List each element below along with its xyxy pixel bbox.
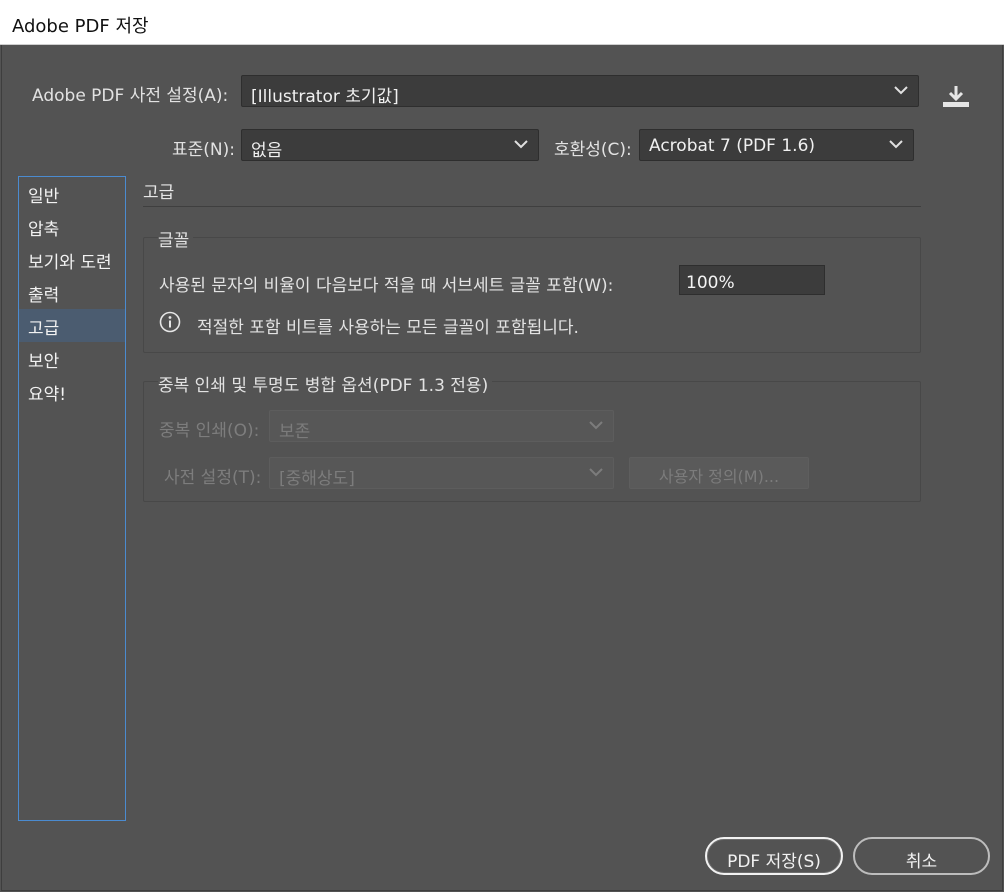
overprint-group-title: 중복 인쇄 및 투명도 병합 옵션(PDF 1.3 전용) <box>158 371 493 396</box>
section-title: 고급 <box>143 183 175 203</box>
compat-value: Acrobat 7 (PDF 1.6) <box>649 136 816 156</box>
subset-threshold-input[interactable]: 100% <box>679 265 825 295</box>
chevron-down-icon <box>589 421 603 430</box>
sidebar-item-summary[interactable]: 요약! <box>19 375 125 408</box>
download-icon[interactable] <box>940 83 972 109</box>
preset-label: Adobe PDF 사전 설정(A): <box>32 86 229 106</box>
compat-label: 호환성(C): <box>554 140 632 160</box>
sidebar-item-compression[interactable]: 압축 <box>19 210 125 243</box>
subset-label: 사용된 문자의 비율이 다음보다 적을 때 서브세트 글꼴 포함(W): <box>159 276 614 296</box>
standard-value: 없음 <box>251 141 283 161</box>
preset-select[interactable]: [Illustrator 초기값] <box>241 75 919 107</box>
custom-button[interactable]: 사용자 정의(M)... <box>629 457 809 489</box>
fonts-group-title: 글꼴 <box>158 226 194 251</box>
window-title: Adobe PDF 저장 <box>0 0 1004 45</box>
info-icon <box>159 311 181 333</box>
chevron-down-icon <box>514 140 528 149</box>
preset-value: [Illustrator 초기값] <box>251 87 399 107</box>
category-sidebar: 일반 압축 보기와 도련 출력 고급 보안 요약! <box>18 176 126 821</box>
overprint-label: 중복 인쇄(O): <box>159 421 260 441</box>
flattener-preset-value: [중해상도] <box>279 469 355 489</box>
sidebar-item-security[interactable]: 보안 <box>19 342 125 375</box>
standard-select[interactable]: 없음 <box>241 129 539 161</box>
save-pdf-button[interactable]: PDF 저장(S) <box>705 837 843 875</box>
overprint-select[interactable]: 보존 <box>269 410 614 442</box>
overprint-value: 보존 <box>279 422 311 442</box>
chevron-down-icon <box>894 86 908 95</box>
pdf-save-dialog: Adobe PDF 사전 설정(A): [Illustrator 초기값] 표준… <box>1 45 1003 891</box>
sidebar-item-output[interactable]: 출력 <box>19 276 125 309</box>
sidebar-item-general[interactable]: 일반 <box>19 177 125 210</box>
cancel-button[interactable]: 취소 <box>853 837 990 875</box>
chevron-down-icon <box>589 468 603 477</box>
info-text: 적절한 포함 비트를 사용하는 모든 글꼴이 포함됩니다. <box>197 318 579 338</box>
sidebar-item-marks-bleeds[interactable]: 보기와 도련 <box>19 243 125 276</box>
flattener-preset-select[interactable]: [중해상도] <box>269 457 614 489</box>
compat-select[interactable]: Acrobat 7 (PDF 1.6) <box>639 129 914 161</box>
sidebar-item-advanced[interactable]: 고급 <box>19 309 125 342</box>
chevron-down-icon <box>889 140 903 149</box>
section-divider <box>143 206 921 207</box>
standard-label: 표준(N): <box>172 140 235 160</box>
flattener-preset-label: 사전 설정(T): <box>164 468 262 488</box>
